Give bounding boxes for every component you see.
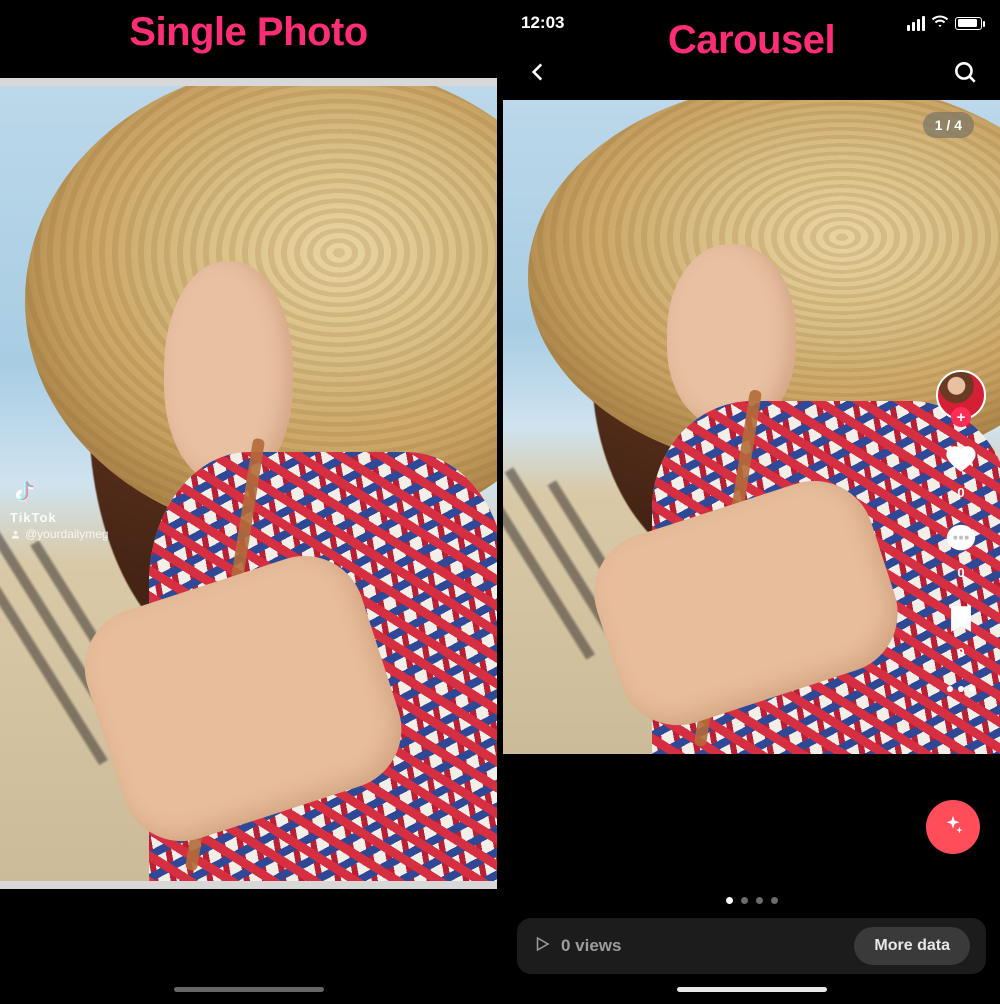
search-button[interactable] xyxy=(946,53,984,91)
views-text: 0 views xyxy=(561,936,622,956)
photo-illustration xyxy=(503,100,1000,754)
carousel-dot[interactable] xyxy=(726,897,733,904)
bookmark-icon xyxy=(944,602,978,641)
carousel-dot[interactable] xyxy=(741,897,748,904)
carousel-page-indicator: 1 / 4 xyxy=(923,112,974,138)
home-indicator[interactable] xyxy=(174,987,324,992)
analytics-bar: 0 views More data xyxy=(517,918,986,974)
wifi-icon xyxy=(931,12,949,35)
carousel-photo-stage[interactable] xyxy=(503,100,1000,754)
battery-icon xyxy=(955,17,982,30)
tiktok-note-icon xyxy=(10,477,36,508)
like-count: 0 xyxy=(957,485,964,500)
comment-button[interactable]: 0 xyxy=(944,522,978,580)
bookmark-count: 0 xyxy=(957,645,964,660)
single-photo-pane: Single Photo xyxy=(0,0,503,1004)
bookmark-button[interactable]: 0 xyxy=(944,602,978,660)
left-title: Single Photo xyxy=(129,10,367,55)
profile-avatar[interactable] xyxy=(936,370,986,420)
promote-fab[interactable] xyxy=(926,800,980,854)
carousel-dot[interactable] xyxy=(771,897,778,904)
carousel-dot[interactable] xyxy=(756,897,763,904)
action-rail: 0 0 0 xyxy=(936,370,986,692)
more-options-button[interactable] xyxy=(947,682,975,692)
carousel-dots[interactable] xyxy=(726,897,778,904)
right-title: Carousel xyxy=(668,18,835,63)
watermark-username: @yourdailymeg xyxy=(10,527,109,541)
cellular-signal-icon xyxy=(907,16,925,31)
heart-icon xyxy=(944,442,978,481)
like-button[interactable]: 0 xyxy=(944,442,978,500)
back-button[interactable] xyxy=(519,53,557,91)
comment-icon xyxy=(944,522,978,561)
status-time: 12:03 xyxy=(521,13,564,33)
sparkle-icon xyxy=(942,814,964,841)
watermark-brand: TikTok xyxy=(10,510,109,525)
views-display: 0 views xyxy=(533,935,622,958)
carousel-pane: Carousel 12:03 xyxy=(503,0,1000,1004)
home-indicator[interactable] xyxy=(677,987,827,992)
comment-count: 0 xyxy=(957,565,964,580)
more-data-button[interactable]: More data xyxy=(854,927,970,965)
tiktok-watermark: TikTok @yourdailymeg xyxy=(10,477,109,541)
play-icon xyxy=(533,935,551,958)
single-photo-stage[interactable]: TikTok @yourdailymeg xyxy=(0,78,497,889)
